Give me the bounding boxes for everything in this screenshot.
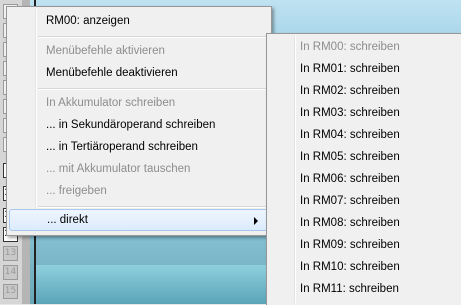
submenu-item-rm07[interactable]: In RM07: schreiben xyxy=(269,190,461,212)
menu-item-sekundaeroperand-schreiben[interactable]: ... in Sekundäroperand schreiben xyxy=(9,114,269,136)
menu-item-menuebefehle-deaktivieren[interactable]: Menübefehle deaktivieren xyxy=(9,62,269,84)
submenu-item-rm03[interactable]: In RM03: schreiben xyxy=(269,102,461,124)
register-button-13[interactable]: 13 xyxy=(3,246,18,261)
register-button-14[interactable]: 14 xyxy=(3,265,18,280)
menu-item-in-akkumulator-schreiben[interactable]: In Akkumulator schreiben xyxy=(9,92,269,114)
submenu-item-rm01[interactable]: In RM01: schreiben xyxy=(269,58,461,80)
menu-separator xyxy=(38,36,267,38)
menu-item-direkt-label: ... direkt xyxy=(47,214,88,226)
submenu-item-rm08[interactable]: In RM08: schreiben xyxy=(269,212,461,234)
submenu-item-rm05[interactable]: In RM05: schreiben xyxy=(269,146,461,168)
submenu-item-rm02[interactable]: In RM02: schreiben xyxy=(269,80,461,102)
menu-separator xyxy=(38,88,267,90)
register-button-15[interactable]: 15 xyxy=(3,284,18,299)
context-menu: RM00: anzeigen Menübefehle aktivieren Me… xyxy=(6,6,272,236)
submenu-arrow-icon xyxy=(254,217,258,225)
menu-item-direkt[interactable]: ... direkt xyxy=(9,209,269,231)
menu-item-freigeben[interactable]: ... freigeben xyxy=(9,180,269,202)
submenu-item-rm04[interactable]: In RM04: schreiben xyxy=(269,124,461,146)
menu-item-menuebefehle-aktivieren[interactable]: Menübefehle aktivieren xyxy=(9,40,269,62)
menu-item-tertiaeroperand-schreiben[interactable]: ... in Tertiäroperand schreiben xyxy=(9,136,269,158)
menu-separator xyxy=(38,206,267,208)
submenu-item-rm00[interactable]: In RM00: schreiben xyxy=(269,36,461,58)
submenu-item-rm11[interactable]: In RM11: schreiben xyxy=(269,278,461,300)
submenu-item-rm10[interactable]: In RM10: schreiben xyxy=(269,256,461,278)
submenu-item-rm09[interactable]: In RM09: schreiben xyxy=(269,234,461,256)
direkt-submenu: In RM00: schreiben In RM01: schreiben In… xyxy=(266,33,461,305)
submenu-item-rm06[interactable]: In RM06: schreiben xyxy=(269,168,461,190)
menu-item-rm00-anzeigen[interactable]: RM00: anzeigen xyxy=(9,10,269,32)
menu-item-mit-akkumulator-tauschen[interactable]: ... mit Akkumulator tauschen xyxy=(9,158,269,180)
